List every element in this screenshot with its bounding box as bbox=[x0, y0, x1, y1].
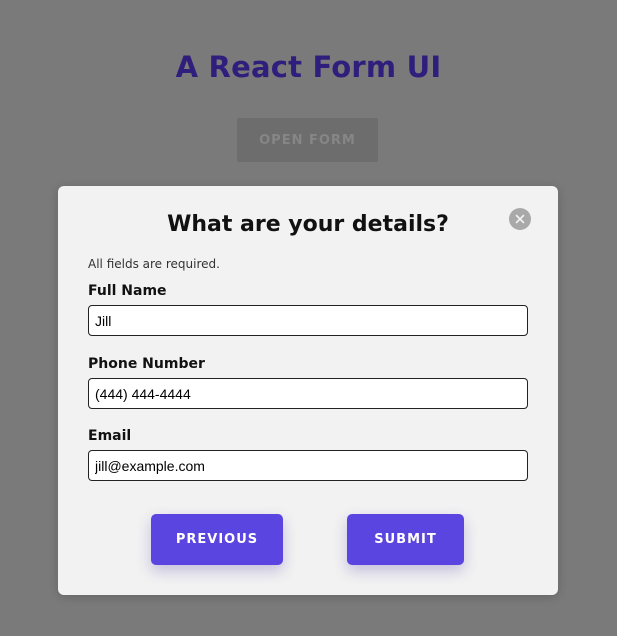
page-title: A React Form UI bbox=[175, 50, 442, 84]
submit-button[interactable]: SUBMIT bbox=[347, 514, 464, 565]
required-note: All fields are required. bbox=[88, 257, 220, 271]
phone-number-label: Phone Number bbox=[88, 356, 205, 372]
previous-button[interactable]: PREVIOUS bbox=[151, 514, 283, 565]
full-name-input[interactable] bbox=[88, 305, 528, 336]
details-modal: What are your details? All fields are re… bbox=[58, 186, 558, 595]
phone-number-input[interactable] bbox=[88, 378, 528, 409]
full-name-label: Full Name bbox=[88, 283, 167, 299]
modal-title: What are your details? bbox=[167, 212, 449, 237]
email-label: Email bbox=[88, 428, 132, 444]
email-input[interactable] bbox=[88, 450, 528, 481]
open-form-button[interactable]: OPEN FORM bbox=[237, 118, 378, 162]
